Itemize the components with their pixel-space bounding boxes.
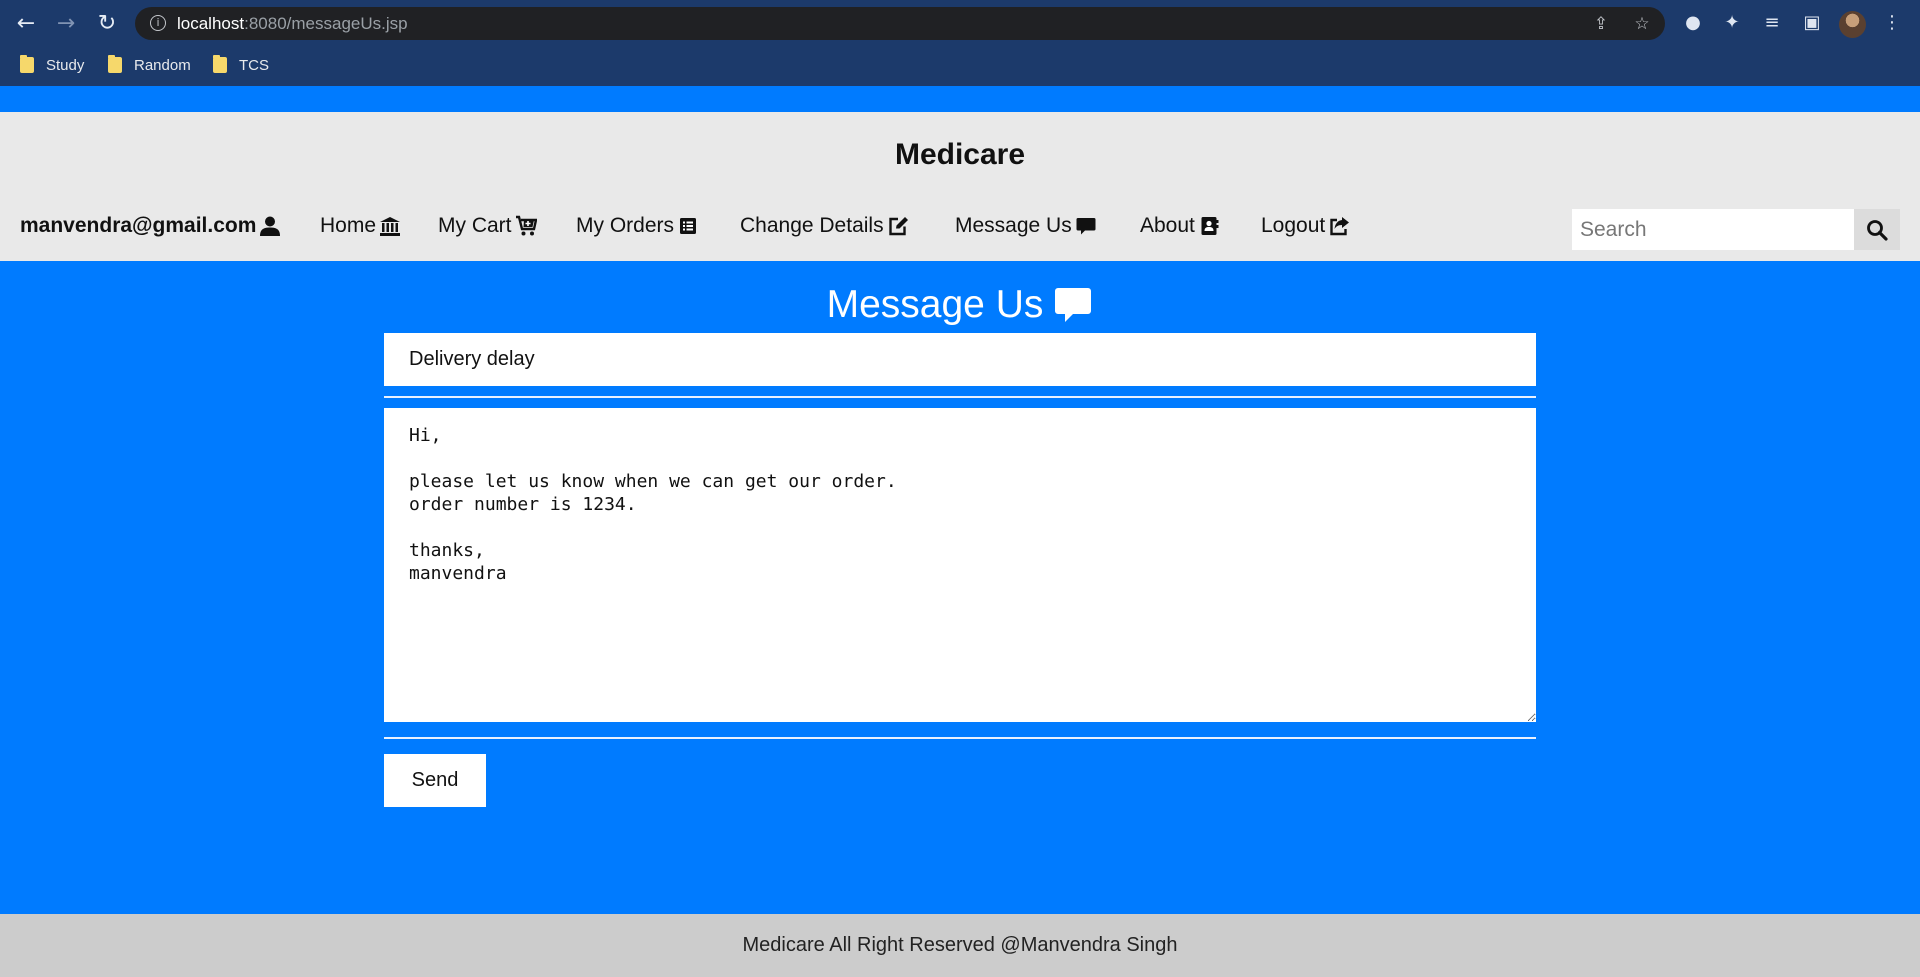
nav-logout-label: Logout (1261, 214, 1326, 237)
nav-message-us-label: Message Us (955, 214, 1072, 237)
footer-text: Medicare All Right Reserved @Manvendra S… (742, 934, 1178, 956)
share-icon[interactable]: ⇪ (1590, 13, 1612, 35)
list-alt-icon (680, 218, 697, 234)
side-panel-icon[interactable]: ▣ (1800, 11, 1824, 35)
bookmark-random[interactable]: Random (108, 54, 191, 76)
nav-change-details[interactable]: Change Details (740, 214, 909, 238)
url-path: :8080/messageUs.jsp (244, 14, 408, 33)
address-url: localhost:8080/messageUs.jsp (177, 14, 408, 34)
search-button[interactable] (1854, 209, 1900, 250)
bookmark-label: TCS (239, 56, 269, 74)
bookmarks-bar: Study Random TCS (0, 46, 1920, 86)
folder-icon (108, 55, 122, 73)
brand-title: Medicare (894, 138, 1026, 171)
nav-cart[interactable]: My Cart (438, 214, 537, 238)
page-title: Message Us (0, 283, 1920, 327)
comment-icon (1076, 218, 1096, 235)
nav-cart-label: My Cart (438, 214, 512, 237)
site-header: Medicare manvendra@gmail.com Home My Car… (0, 112, 1920, 261)
page-title-label: Message Us (826, 283, 1044, 326)
kebab-menu-icon[interactable]: ⋮ (1880, 11, 1904, 35)
folder-icon (213, 55, 227, 73)
reading-list-icon[interactable]: ≡ (1760, 11, 1784, 35)
bookmark-star-icon[interactable]: ☆ (1631, 13, 1653, 35)
nav-orders[interactable]: My Orders (576, 214, 699, 238)
top-strip (0, 86, 1920, 112)
nav-about-label: About (1140, 214, 1195, 237)
user-icon (260, 216, 281, 236)
nav-change-details-label: Change Details (740, 214, 884, 237)
folder-icon (20, 55, 34, 73)
divider (384, 396, 1536, 398)
url-host: localhost (177, 14, 245, 33)
send-button[interactable]: Send (384, 754, 486, 807)
reload-icon[interactable]: ↻ (93, 10, 121, 38)
back-arrow-icon[interactable]: ← (12, 10, 40, 38)
extension-icon[interactable]: ● (1681, 11, 1705, 35)
share-square-icon (1330, 217, 1350, 236)
bookmark-label: Random (134, 56, 191, 74)
browser-toolbar: ← → ↻ i localhost:8080/messageUs.jsp ⇪ ☆… (0, 0, 1920, 46)
bank-icon (380, 217, 401, 236)
subject-input[interactable] (384, 333, 1536, 386)
site-info-icon[interactable]: i (150, 15, 166, 31)
browser-chrome: ← → ↻ i localhost:8080/messageUs.jsp ⇪ ☆… (0, 0, 1920, 86)
nav-home[interactable]: Home (320, 214, 401, 238)
bookmark-tcs[interactable]: TCS (213, 54, 269, 76)
bookmark-study[interactable]: Study (20, 54, 84, 76)
address-bar[interactable]: i localhost:8080/messageUs.jsp ⇪ ☆ (135, 7, 1665, 40)
nav-logout[interactable]: Logout (1261, 214, 1350, 238)
nav-message-us[interactable]: Message Us (955, 214, 1097, 238)
nav-about[interactable]: About (1140, 214, 1220, 238)
search-input[interactable] (1572, 209, 1854, 250)
puzzle-icon[interactable]: ✦ (1720, 11, 1744, 35)
address-book-icon (1201, 217, 1219, 235)
user-email-label: manvendra@gmail.com (20, 214, 257, 237)
message-textarea[interactable]: Hi, please let us know when we can get o… (384, 408, 1536, 722)
nav-orders-label: My Orders (576, 214, 675, 237)
nav-home-label: Home (320, 214, 377, 237)
divider (384, 737, 1536, 739)
nav-user-email[interactable]: manvendra@gmail.com (20, 214, 281, 238)
cart-plus-icon (515, 215, 537, 236)
search-icon (1867, 219, 1888, 241)
footer: Medicare All Right Reserved @Manvendra S… (0, 914, 1920, 977)
forward-arrow-icon[interactable]: → (52, 10, 80, 38)
bookmark-label: Study (46, 56, 85, 74)
edit-icon (888, 217, 908, 236)
profile-avatar[interactable] (1839, 11, 1866, 38)
comment-icon (1055, 288, 1092, 322)
